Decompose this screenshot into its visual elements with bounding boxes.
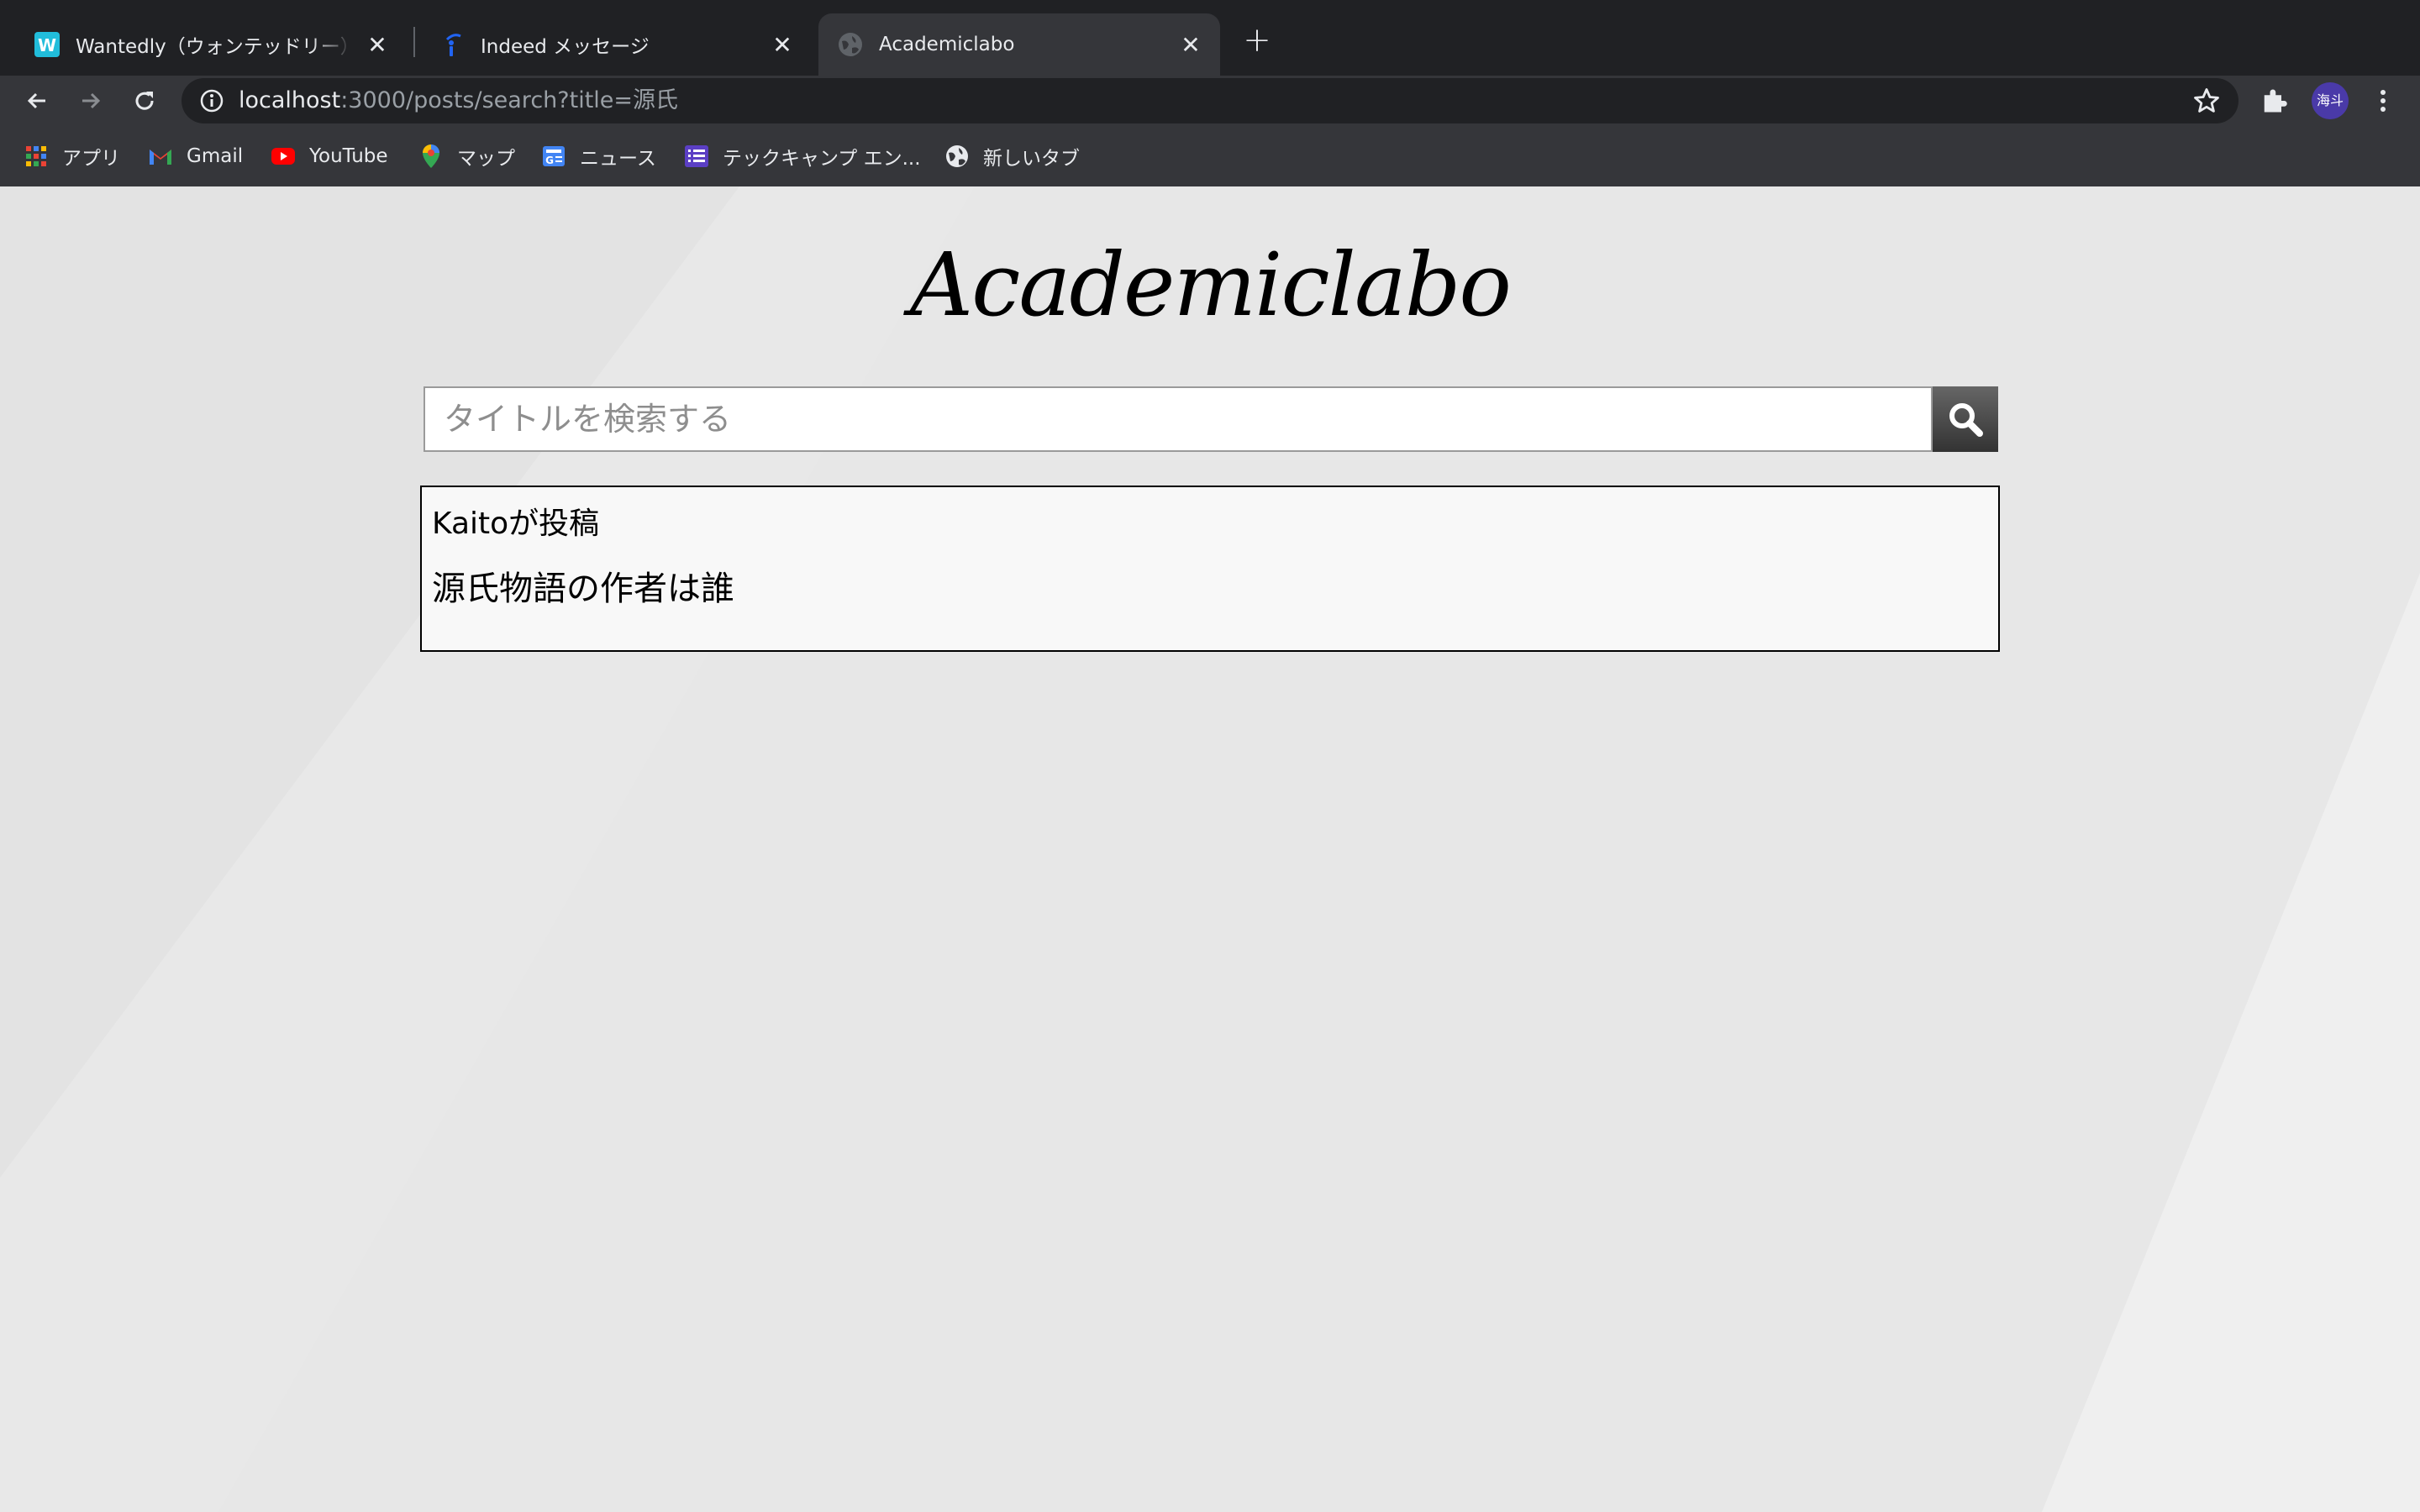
forward-button[interactable]	[71, 81, 111, 121]
back-arrow-icon	[27, 92, 45, 109]
search-result-card[interactable]: Kaitoが投稿 源氏物語の作者は誰	[420, 486, 2000, 652]
svg-text:W: W	[38, 35, 56, 55]
tab-title: Indeed メッセージ	[481, 36, 650, 58]
globe-icon	[837, 31, 864, 58]
bookmark-label: 新しいタブ	[983, 148, 1080, 170]
bookmark-label: Gmail	[187, 145, 244, 167]
bookmark-news[interactable]: G ニュース	[541, 126, 656, 186]
site-title[interactable]: Academiclabo	[0, 234, 2420, 336]
tab-academiclabo[interactable]: Academiclabo ✕	[818, 13, 1220, 76]
post-title[interactable]: 源氏物語の作者は誰	[432, 561, 734, 610]
indeed-icon	[439, 31, 466, 58]
tab-wantedly[interactable]: W Wantedly（ウォンテッドリー）は ✕	[15, 13, 407, 76]
url-text[interactable]: localhost:3000/posts/search?title=源氏	[239, 78, 678, 123]
wantedly-icon: W	[34, 31, 60, 58]
close-icon[interactable]: ✕	[770, 31, 795, 59]
youtube-icon	[271, 144, 296, 169]
close-icon[interactable]: ✕	[365, 31, 390, 59]
bookmark-apps[interactable]: アプリ	[24, 126, 120, 186]
tab-divider	[413, 27, 415, 57]
close-icon[interactable]: ✕	[1178, 31, 1203, 59]
background-pattern	[0, 186, 2420, 1512]
search-icon	[1949, 403, 1983, 437]
tab-strip: W Wantedly（ウォンテッドリー）は ✕ Indeed メッセージ ✕ A…	[0, 0, 2420, 76]
url-path: :3000/posts/search?title=源氏	[340, 87, 679, 113]
bookmark-label: ニュース	[580, 148, 656, 170]
search-button[interactable]	[1933, 386, 1998, 452]
tab-title: Academiclabo	[879, 34, 1015, 55]
bookmark-new-tab[interactable]: 新しいタブ	[944, 126, 1080, 186]
bookmarks-bar: アプリ Gmail YouTube マップ G ニュース テックキャンプ エン.…	[0, 126, 2420, 187]
list-icon	[684, 144, 709, 169]
bookmark-label: アプリ	[62, 148, 120, 170]
search-input[interactable]	[424, 386, 1933, 452]
apps-grid-icon	[24, 144, 49, 169]
gmail-icon	[148, 144, 173, 169]
forward-arrow-icon	[82, 92, 101, 109]
bookmark-label: YouTube	[309, 145, 388, 167]
url-host: localhost	[239, 87, 341, 113]
tab-indeed[interactable]: Indeed メッセージ ✕	[420, 13, 812, 76]
back-button[interactable]	[17, 81, 57, 121]
bookmark-gmail[interactable]: Gmail	[148, 126, 243, 186]
page-viewport: Academiclabo Kaitoが投稿 源氏物語の作者は誰	[0, 186, 2420, 1512]
post-author: Kaitoが投稿	[432, 507, 600, 541]
svg-text:G: G	[545, 155, 554, 166]
maps-icon	[418, 144, 444, 169]
address-bar[interactable]: localhost:3000/posts/search?title=源氏	[182, 78, 2238, 123]
bookmark-youtube[interactable]: YouTube	[271, 126, 388, 186]
info-icon[interactable]	[198, 87, 225, 114]
browser-toolbar: localhost:3000/posts/search?title=源氏 海斗	[0, 76, 2420, 126]
news-icon: G	[541, 144, 566, 169]
more-vert-icon[interactable]	[2370, 82, 2396, 119]
reload-button[interactable]	[124, 81, 165, 121]
bookmark-techcamp[interactable]: テックキャンプ エン...	[684, 126, 921, 186]
new-tab-button[interactable]: +	[1240, 21, 1274, 60]
search-form	[424, 386, 1998, 452]
bookmark-maps[interactable]: マップ	[418, 126, 515, 186]
reload-icon	[135, 92, 154, 110]
bookmark-label: マップ	[457, 148, 515, 170]
extensions-puzzle-icon[interactable]	[2259, 86, 2289, 116]
bookmark-star-icon[interactable]	[2191, 86, 2222, 116]
globe-icon	[944, 144, 970, 169]
bookmark-label: テックキャンプ エン...	[723, 148, 921, 170]
profile-avatar[interactable]: 海斗	[2312, 82, 2349, 119]
tab-title: Wantedly（ウォンテッドリー）は	[76, 36, 353, 58]
